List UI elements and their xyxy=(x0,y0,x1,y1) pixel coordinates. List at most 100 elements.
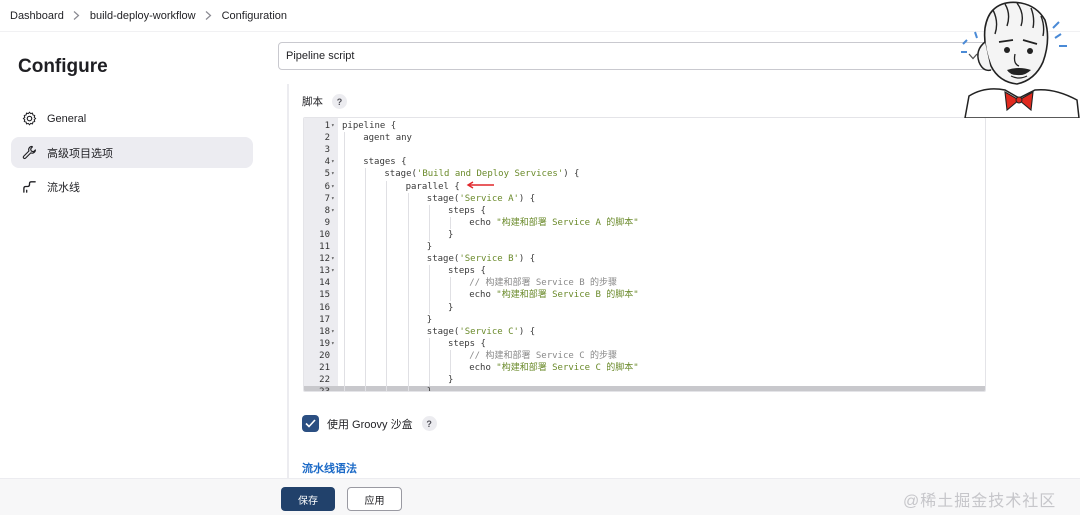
indent-guide xyxy=(386,180,388,391)
fold-toggle-icon[interactable]: ▾ xyxy=(331,156,335,168)
line-number: 8 xyxy=(324,205,330,216)
fold-toggle-icon[interactable]: ▾ xyxy=(331,193,335,205)
code-text: agent any xyxy=(363,133,412,144)
code-text: stage('Service C') { xyxy=(426,326,536,337)
fold-toggle-icon[interactable]: ▾ xyxy=(331,253,335,265)
definition-select[interactable]: Pipeline script xyxy=(278,42,1000,70)
line-number: 18 xyxy=(319,326,330,337)
groovy-sandbox-row: 使用 Groovy 沙盒 ? xyxy=(302,415,437,432)
sidebar-item-advanced[interactable]: 高级项目选项 xyxy=(11,137,253,168)
code-line: 3 xyxy=(304,144,985,156)
code-text: } xyxy=(448,302,454,313)
code-line: 7 ▾ stage('Service A') { xyxy=(304,193,985,205)
chevron-right-icon xyxy=(64,11,90,20)
line-number: 12 xyxy=(319,254,330,265)
breadcrumb-dashboard[interactable]: Dashboard xyxy=(10,10,64,22)
indent-guide xyxy=(428,337,430,387)
line-number: 16 xyxy=(319,302,330,313)
line-number: 20 xyxy=(319,350,330,361)
line-number: 5 xyxy=(324,169,330,180)
apply-button[interactable]: 应用 xyxy=(347,487,402,511)
sidebar-item-general[interactable]: General xyxy=(11,103,253,134)
watermark: @稀土掘金技术社区 xyxy=(903,493,1057,510)
sidebar-item-pipeline[interactable]: 流水线 xyxy=(11,171,253,202)
line-number: 9 xyxy=(324,217,330,228)
wrench-icon xyxy=(21,145,37,161)
line-number: 1 xyxy=(324,121,330,131)
code-line: 2 agent any xyxy=(304,132,985,144)
code-line: 5 ▾ stage('Build and Deploy Services') { xyxy=(304,168,985,180)
gear-icon xyxy=(21,111,37,127)
code-text: parallel { xyxy=(405,181,460,192)
fold-toggle-icon[interactable]: ▾ xyxy=(331,168,335,180)
code-text: stage('Service A') { xyxy=(426,193,536,204)
fold-toggle-icon[interactable]: ▾ xyxy=(331,265,335,277)
fold-toggle-icon[interactable]: ▾ xyxy=(331,205,335,217)
indent-guide xyxy=(450,349,451,375)
code-text: echo "构建和部署 Service C 的脚本" xyxy=(469,363,639,373)
code-text: steps { xyxy=(448,205,486,216)
line-number: 6 xyxy=(324,181,330,192)
line-number: 23 xyxy=(304,386,330,391)
chevron-right-icon xyxy=(196,11,222,20)
code-text: } xyxy=(448,375,454,386)
pipeline-icon xyxy=(21,179,37,195)
code-line: 11} xyxy=(304,241,985,253)
code-line: 10} xyxy=(304,229,985,241)
groovy-sandbox-label: 使用 Groovy 沙盒 xyxy=(327,418,413,431)
code-line: 20 // 构建和部署 Service C 的步骤 xyxy=(304,350,985,362)
groovy-sandbox-checkbox[interactable] xyxy=(302,415,319,432)
code-line: 4 ▾ stages { xyxy=(304,156,985,168)
script-editor[interactable]: 1 ▾ pipeline {2 agent any 3 4 ▾ stages {5 ▾ stage… xyxy=(303,117,986,392)
code-text: } xyxy=(426,242,433,252)
line-number: 4 xyxy=(324,157,330,168)
save-button[interactable]: 保存 xyxy=(281,487,335,511)
fold-toggle-icon[interactable]: ▾ xyxy=(331,181,335,193)
code-line: 22} xyxy=(304,374,985,386)
code-line: 16} xyxy=(304,302,985,314)
fold-toggle-icon[interactable]: ▾ xyxy=(331,338,335,350)
fold-toggle-icon[interactable]: ▾ xyxy=(331,326,335,338)
indent-guide xyxy=(428,204,430,241)
code-line: 9 echo "构建和部署 Service A 的脚本" xyxy=(304,217,985,229)
sidebar-item-label: 流水线 xyxy=(47,181,80,194)
section-indent-line xyxy=(287,84,289,482)
line-number: 11 xyxy=(319,242,330,252)
line-number: 2 xyxy=(324,133,330,144)
code-line: 8 ▾ steps { xyxy=(304,205,985,217)
indent-guide xyxy=(450,216,451,229)
code-line: 18 ▾ stage('Service C') { xyxy=(304,326,985,338)
code-text: } xyxy=(448,229,454,240)
fold-toggle-icon[interactable]: ▾ xyxy=(331,120,335,132)
help-icon[interactable]: ? xyxy=(332,94,347,109)
code-text: // 构建和部署 Service B 的步骤 xyxy=(469,278,618,289)
code-line: 17} xyxy=(304,314,985,326)
line-number: 14 xyxy=(319,278,330,289)
line-number: 21 xyxy=(319,363,330,373)
code-line: 14 // 构建和部署 Service B 的步骤 xyxy=(304,277,985,289)
code-text: echo "构建和部署 Service A 的脚本" xyxy=(469,217,639,228)
line-number: 15 xyxy=(319,290,330,301)
pipeline-syntax-link[interactable]: 流水线语法 xyxy=(302,460,357,476)
code-line: 12 ▾ stage('Service B') { xyxy=(304,253,985,265)
code-text: pipeline { xyxy=(342,121,397,131)
code-text: stage('Build and Deploy Services') { xyxy=(384,169,580,180)
code-text: stages { xyxy=(363,157,407,168)
code-text: steps { xyxy=(448,338,486,349)
script-label-text: 脚本 xyxy=(302,96,323,108)
indent-guide xyxy=(407,192,409,391)
code-text: stage('Service B') { xyxy=(426,254,536,265)
line-number: 13 xyxy=(319,266,330,277)
breadcrumb-job[interactable]: build-deploy-workflow xyxy=(90,10,196,22)
help-icon[interactable]: ? xyxy=(421,416,437,431)
code-line: 21 echo "构建和部署 Service C 的脚本" xyxy=(304,362,985,374)
code-line: 13 ▾ steps { xyxy=(304,265,985,277)
sidebar-item-label: 高级项目选项 xyxy=(47,147,113,160)
line-number: 17 xyxy=(319,314,330,325)
breadcrumb-configuration[interactable]: Configuration xyxy=(222,10,287,22)
definition-select-value: Pipeline script xyxy=(286,50,355,62)
line-number: 22 xyxy=(319,375,330,386)
script-label: 脚本 ? xyxy=(302,94,347,109)
code-text: } xyxy=(427,386,432,391)
indent-guide xyxy=(344,132,345,391)
